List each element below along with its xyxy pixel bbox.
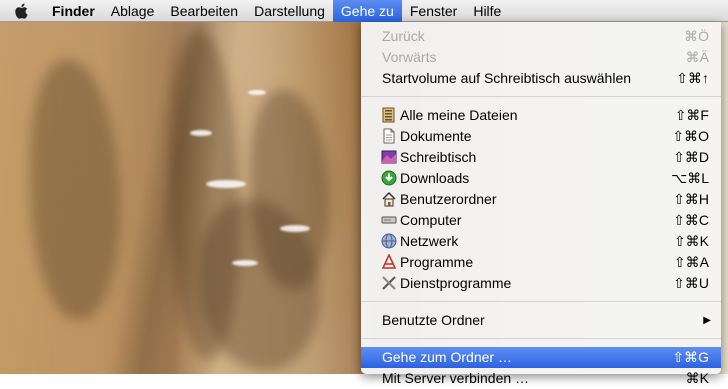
menu-item-shortcut: ⌘K	[685, 370, 709, 386]
menu-item-shortcut: ⇧⌘↑	[676, 70, 709, 86]
menu-item-network[interactable]: Netzwerk ⇧⌘K	[361, 231, 721, 252]
wallpaper-snow	[190, 130, 212, 136]
desktop-icon	[381, 150, 397, 164]
menu-item-label: Schreibtisch	[400, 149, 477, 165]
menu-item-shortcut: ⇧⌘U	[673, 275, 709, 291]
network-icon	[381, 233, 397, 249]
menu-item-shortcut: ⇧⌘C	[673, 212, 709, 228]
menu-item-label: Downloads	[400, 170, 470, 186]
menu-item-label: Programme	[400, 254, 474, 270]
menu-item-label: Gehe zum Ordner …	[382, 349, 512, 365]
apple-menu[interactable]	[0, 0, 44, 22]
submenu-arrow-icon: ▶	[703, 315, 711, 326]
menu-item-label: Benutzerordner	[400, 191, 497, 207]
document-icon	[383, 128, 395, 144]
menu-bar: Finder Ablage Bearbeiten Darstellung Geh…	[0, 0, 728, 22]
go-menu-dropdown: Zurück ⌘Ö Vorwärts ⌘Ä Startvolume auf Sc…	[361, 22, 721, 386]
menu-item-utilities[interactable]: Dienstprogramme ⇧⌘U	[361, 273, 721, 294]
wallpaper-snow	[248, 90, 266, 95]
menu-separator	[361, 96, 721, 97]
menu-item-connect-server[interactable]: Mit Server verbinden … ⌘K	[361, 368, 721, 389]
menu-item-applications[interactable]: Programme ⇧⌘A	[361, 252, 721, 273]
menu-item-computer[interactable]: Computer ⇧⌘C	[361, 210, 721, 231]
menubar-hilfe[interactable]: Hilfe	[465, 0, 509, 22]
computer-icon	[381, 216, 397, 224]
menu-item-label: Dienstprogramme	[400, 275, 512, 291]
menu-item-label: Computer	[400, 212, 462, 228]
menu-item-go-to-folder[interactable]: Gehe zum Ordner … ⇧⌘G	[361, 347, 721, 368]
menu-item-label: Zurück	[382, 28, 425, 44]
menubar-ablage[interactable]: Ablage	[103, 0, 163, 22]
menubar-gehe-zu[interactable]: Gehe zu	[332, 0, 402, 22]
menu-item-label: Alle meine Dateien	[400, 107, 518, 123]
menu-item-shortcut: ⇧⌘A	[673, 254, 709, 270]
wallpaper-shadow	[30, 60, 120, 320]
menu-separator	[361, 301, 721, 302]
wallpaper-snow	[206, 180, 246, 188]
menu-separator	[361, 338, 721, 339]
menu-item-documents[interactable]: Dokumente ⇧⌘O	[361, 126, 721, 147]
menu-item-label: Benutzte Ordner	[382, 312, 485, 328]
menu-item-shortcut: ⌘Ö	[684, 28, 709, 44]
wallpaper-snow	[232, 260, 258, 266]
menubar-fenster[interactable]: Fenster	[402, 0, 465, 22]
menu-item-forward[interactable]: Vorwärts ⌘Ä	[361, 47, 721, 68]
menu-item-label: Mit Server verbinden …	[382, 370, 530, 386]
downloads-icon	[381, 170, 397, 186]
utilities-icon	[382, 276, 396, 290]
menu-item-all-files[interactable]: Alle meine Dateien ⇧⌘F	[361, 105, 721, 126]
menu-item-label: Vorwärts	[382, 49, 437, 65]
menu-item-desktop[interactable]: Schreibtisch ⇧⌘D	[361, 147, 721, 168]
menubar-darstellung[interactable]: Darstellung	[246, 0, 333, 22]
menu-item-shortcut: ⇧⌘D	[673, 149, 709, 165]
menu-item-label: Netzwerk	[400, 233, 459, 249]
menu-item-startup-volume[interactable]: Startvolume auf Schreibtisch auswählen ⇧…	[361, 68, 721, 89]
menu-item-shortcut: ⇧⌘G	[672, 349, 709, 365]
menu-item-shortcut: ⌘Ä	[685, 49, 709, 65]
menu-item-recent-folders[interactable]: Benutzte Ordner ▶	[361, 310, 721, 331]
menu-item-shortcut: ⇧⌘H	[673, 191, 709, 207]
menubar-finder[interactable]: Finder	[44, 0, 103, 22]
apple-logo-icon	[15, 3, 28, 19]
menubar-bearbeiten[interactable]: Bearbeiten	[162, 0, 246, 22]
menu-item-home[interactable]: Benutzerordner ⇧⌘H	[361, 189, 721, 210]
menu-item-shortcut: ⌥⌘L	[671, 170, 709, 186]
wallpaper-snow	[280, 225, 310, 232]
menu-item-label: Dokumente	[400, 128, 472, 144]
home-icon	[382, 191, 396, 207]
menu-item-label: Startvolume auf Schreibtisch auswählen	[382, 70, 632, 86]
all-files-icon	[382, 107, 395, 123]
menu-item-shortcut: ⇧⌘K	[673, 233, 709, 249]
applications-icon	[381, 254, 397, 269]
menu-item-shortcut: ⇧⌘O	[672, 128, 709, 144]
menu-item-back[interactable]: Zurück ⌘Ö	[361, 26, 721, 47]
menu-item-shortcut: ⇧⌘F	[674, 107, 709, 123]
menu-item-downloads[interactable]: Downloads ⌥⌘L	[361, 168, 721, 189]
